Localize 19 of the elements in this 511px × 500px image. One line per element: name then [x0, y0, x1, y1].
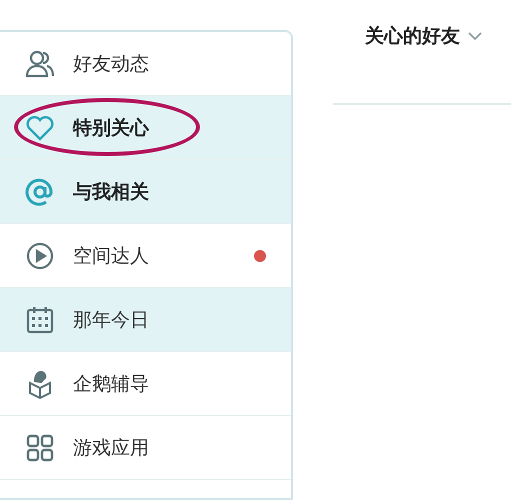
item-label: 好友动态 — [73, 52, 149, 76]
chevron-down-icon[interactable] — [468, 31, 482, 41]
item-label: 企鹅辅导 — [73, 372, 149, 396]
item-label: 与我相关 — [73, 180, 149, 204]
sidebar-item[interactable]: 特别关心 — [0, 96, 291, 160]
sidebar-item[interactable]: 那年今日 — [0, 288, 291, 352]
item-label: 空间达人 — [73, 244, 149, 268]
sidebar-item[interactable]: 与我相关 — [0, 160, 291, 224]
item-label: 那年今日 — [73, 308, 149, 332]
item-label: 游戏应用 — [73, 436, 149, 460]
calendar-icon — [25, 304, 55, 334]
play-icon — [25, 240, 55, 270]
friends-dropdown-title[interactable]: 关心的好友 — [365, 23, 460, 49]
at-sign-icon — [25, 176, 55, 206]
sidebar-item[interactable]: 企鹅辅导 — [0, 352, 291, 416]
sidebar-item[interactable]: 游戏应用 — [0, 416, 291, 480]
people-icon — [25, 48, 55, 78]
item-label: 特别关心 — [73, 116, 149, 140]
grid-icon — [25, 432, 55, 462]
